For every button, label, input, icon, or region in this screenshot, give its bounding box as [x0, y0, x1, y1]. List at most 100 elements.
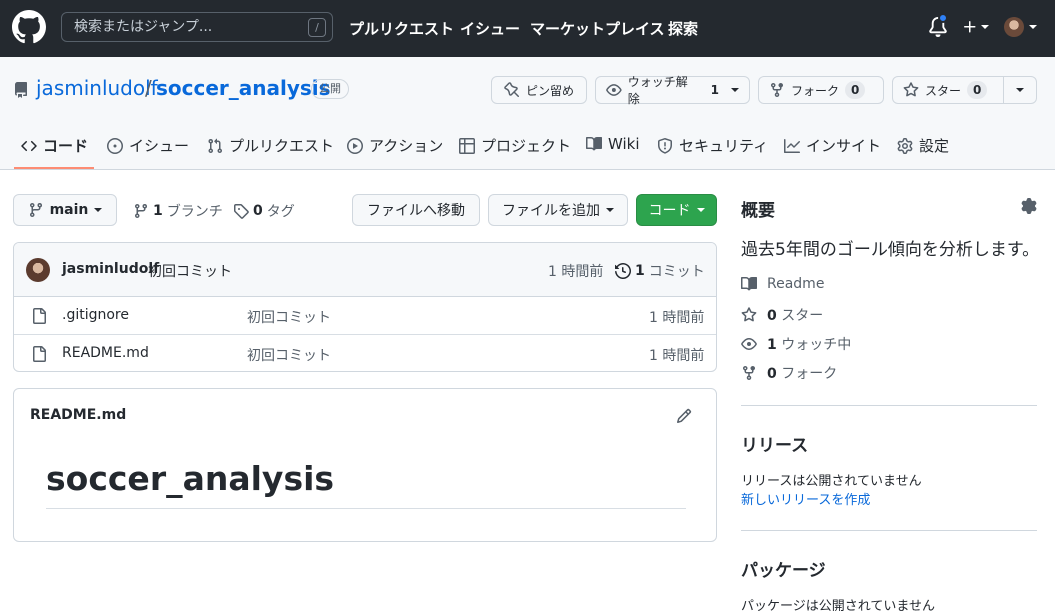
packages-empty-text: パッケージは公開されていません	[741, 599, 935, 612]
tab-pull-requests[interactable]: プルリクエスト	[207, 135, 334, 156]
goto-file-label: ファイルへ移動	[367, 203, 465, 219]
add-file-label: ファイルを追加	[502, 203, 600, 219]
repo-name-link[interactable]: soccer_analysis	[156, 76, 331, 100]
readme-filename[interactable]: README.md	[30, 407, 126, 423]
watching-label: ウォッチ中	[781, 337, 852, 353]
plus-icon[interactable]	[962, 19, 978, 35]
commit-message[interactable]: 初回コミット	[148, 261, 232, 281]
commit-time: 1 時間前	[548, 264, 604, 280]
commit-count: 1	[635, 263, 645, 279]
star-caret-icon	[1016, 88, 1024, 92]
tab-security[interactable]: セキュリティ	[657, 135, 768, 156]
nav-marketplace[interactable]: マーケットプレイス	[530, 18, 665, 39]
file-icon	[33, 308, 46, 324]
table-icon	[459, 137, 475, 154]
tab-issues[interactable]: イシュー	[107, 135, 189, 156]
tab-wiki[interactable]: Wiki	[586, 135, 640, 153]
star-count: 0	[967, 81, 988, 99]
star-list-dropdown[interactable]	[1003, 76, 1037, 104]
nav-pull-requests[interactable]: プルリクエスト	[349, 18, 454, 39]
file-time: 1 時間前	[649, 310, 705, 326]
repo-icon	[14, 82, 27, 98]
issue-icon	[107, 137, 123, 154]
branch-select-button[interactable]: main	[13, 194, 117, 226]
file-commit-message[interactable]: 初回コミット	[247, 307, 331, 327]
branches-link[interactable]: 1 ブランチ	[133, 201, 223, 221]
active-tab-indicator	[14, 167, 94, 169]
file-commit-message[interactable]: 初回コミット	[247, 345, 331, 365]
branch-caret-icon	[94, 208, 103, 212]
fork-button[interactable]: フォーク 0	[758, 76, 884, 104]
tab-insights[interactable]: インサイト	[784, 135, 881, 156]
stars-label: スター	[781, 308, 824, 324]
releases-title[interactable]: リリース	[741, 431, 808, 456]
readme-link[interactable]: Readme	[741, 276, 824, 292]
readme-link-label: Readme	[767, 276, 825, 292]
history-icon	[615, 263, 631, 279]
nav-issues[interactable]: イシュー	[460, 18, 520, 39]
goto-file-button[interactable]: ファイルへ移動	[352, 194, 480, 226]
tab-pull-requests-label: プルリクエスト	[229, 137, 335, 155]
file-name[interactable]: .gitignore	[62, 307, 129, 323]
add-file-button[interactable]: ファイルを追加	[488, 194, 628, 226]
gear-icon[interactable]	[1021, 198, 1037, 214]
commit-author[interactable]: jasminludolf	[62, 261, 159, 277]
create-release-link[interactable]: 新しいリリースを作成	[741, 489, 870, 508]
pencil-icon[interactable]	[676, 408, 692, 424]
branch-count-label: ブランチ	[166, 204, 223, 220]
packages-title[interactable]: パッケージ	[741, 556, 826, 581]
avatar-caret-icon[interactable]	[1029, 25, 1037, 29]
tab-actions-label: アクション	[369, 137, 444, 155]
plus-caret-icon[interactable]	[981, 25, 989, 29]
watch-button[interactable]: ウォッチ解除 1	[595, 75, 750, 106]
stars-count: 0	[767, 308, 777, 324]
forks-link[interactable]: 0 フォーク	[741, 363, 837, 383]
gear-icon	[897, 137, 913, 154]
file-row[interactable]: .gitignore 初回コミット 1 時間前	[14, 297, 716, 334]
tags-link[interactable]: 0 タグ	[233, 201, 295, 221]
pin-button[interactable]: ピン留め	[491, 76, 587, 104]
about-title: 概要	[741, 201, 775, 221]
fork-icon	[743, 366, 755, 381]
commit-history-link[interactable]: 1 コミット	[615, 261, 705, 281]
tab-actions[interactable]: アクション	[347, 135, 443, 156]
code-download-button[interactable]: コード	[636, 194, 717, 226]
eye-icon	[606, 84, 622, 96]
play-icon	[347, 137, 363, 154]
user-avatar[interactable]	[1004, 17, 1024, 37]
tag-count: 0	[253, 203, 263, 219]
add-file-caret-icon	[606, 208, 614, 212]
stars-link[interactable]: 0 スター	[741, 305, 823, 325]
book-icon	[741, 276, 757, 291]
watch-caret-icon	[731, 88, 739, 92]
branch-icon	[134, 204, 147, 219]
tab-projects[interactable]: プロジェクト	[459, 135, 571, 156]
star-icon	[741, 307, 757, 322]
repo-description: 過去5年間のゴール傾向を分析します。	[741, 240, 1040, 260]
pin-label: ピン留め	[525, 83, 574, 98]
visibility-badge: 公開	[311, 79, 349, 99]
top-header: 検索またはジャンプ... / プルリクエスト イシュー マーケットプレイス 探索	[0, 0, 1055, 57]
star-button[interactable]: スター 0	[892, 76, 1004, 104]
tab-settings[interactable]: 設定	[897, 135, 949, 156]
search-input[interactable]: 検索またはジャンプ... /	[61, 12, 333, 42]
fork-count: 0	[845, 81, 866, 99]
file-name[interactable]: README.md	[62, 345, 149, 361]
branch-count: 1	[153, 203, 163, 219]
repo-owner-link[interactable]: jasminludolf	[36, 76, 158, 100]
github-logo-icon[interactable]	[12, 10, 46, 44]
fork-label: フォーク	[791, 83, 840, 98]
sidebar-divider	[741, 405, 1037, 406]
file-row[interactable]: README.md 初回コミット 1 時間前	[14, 334, 716, 371]
tab-issues-label: イシュー	[129, 137, 190, 155]
watch-label: ウォッチ解除	[627, 75, 688, 106]
nav-explore[interactable]: 探索	[668, 18, 698, 39]
watchers-link[interactable]: 1 ウォッチ中	[741, 334, 851, 354]
tab-code[interactable]: コード	[21, 135, 88, 156]
readme-heading-rule	[46, 508, 686, 509]
file-list: jasminludolf 初回コミット 1 時間前 1 コミット .gitign…	[13, 242, 717, 372]
repo-path-separator: /	[145, 76, 152, 100]
pin-icon	[504, 82, 519, 98]
commit-author-avatar[interactable]	[26, 258, 50, 282]
branch-name: main	[49, 202, 89, 218]
